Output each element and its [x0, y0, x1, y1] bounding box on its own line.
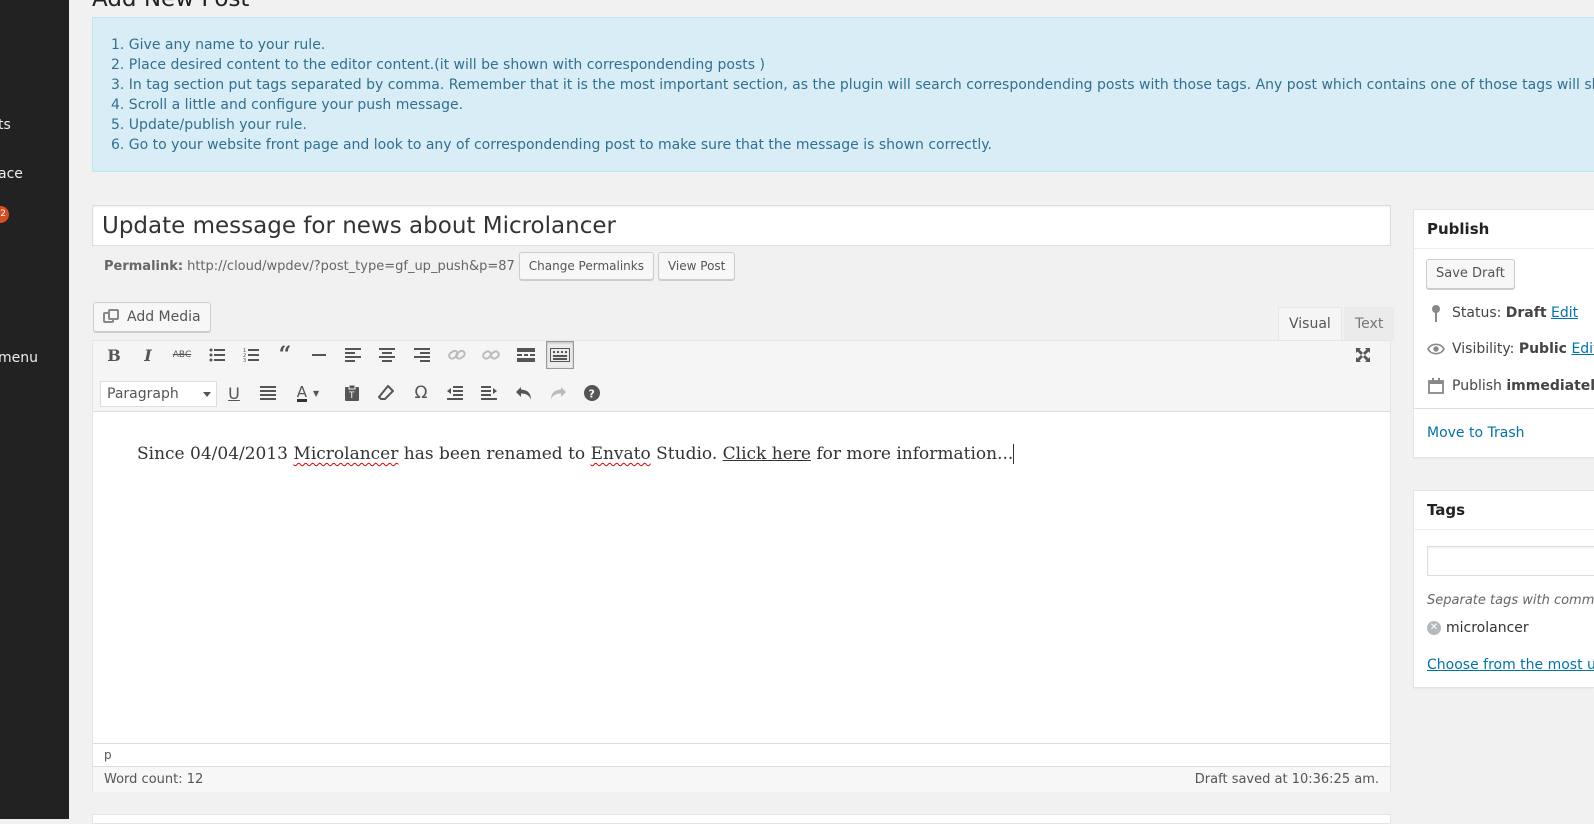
tags-box: Tags Separate tags with commas ✕ microla… — [1413, 490, 1594, 688]
status-value: Draft — [1505, 305, 1547, 321]
pin-icon — [1427, 304, 1445, 322]
publish-value: immediately — [1506, 378, 1594, 394]
content-text: Since 04/04/2013 — [137, 444, 294, 464]
link-icon[interactable] — [443, 341, 471, 369]
publish-box: Publish Save Draft Status: Draft Edit Vi… — [1413, 209, 1594, 458]
status-row: Status: Draft Edit — [1427, 304, 1578, 322]
blockquote-icon[interactable]: “ — [271, 341, 299, 369]
text-color-icon[interactable]: A ▼ — [288, 379, 328, 407]
tab-text[interactable]: Text — [1344, 307, 1395, 341]
numbered-list-icon[interactable]: 123 — [237, 341, 265, 369]
edit-visibility-link[interactable]: Edit — [1571, 341, 1594, 357]
special-character-icon[interactable]: Ω — [407, 379, 435, 407]
content-link[interactable]: Click here — [723, 444, 811, 464]
sidebar-item-appearance[interactable]: ace — [0, 166, 23, 182]
outdent-icon[interactable] — [441, 379, 469, 407]
indent-icon[interactable] — [475, 379, 503, 407]
post-title-input[interactable] — [93, 206, 1390, 245]
visibility-row: Visibility: Public Edit — [1427, 341, 1594, 357]
post-title-field-wrapper — [92, 205, 1391, 246]
media-icon — [103, 309, 121, 325]
publish-label: Publish — [1452, 378, 1502, 394]
calendar-icon — [1427, 378, 1445, 394]
update-count-badge: 2 — [0, 206, 9, 223]
instruction-item: 4. Scroll a little and configure your pu… — [111, 97, 464, 113]
content-text: has been renamed to — [398, 444, 591, 464]
svg-text:T: T — [348, 391, 355, 401]
read-more-icon[interactable] — [512, 341, 540, 369]
instruction-item: 1. Give any name to your rule. — [111, 37, 326, 53]
visibility-label: Visibility: — [1452, 341, 1515, 357]
instruction-item: 2. Place desired content to the editor c… — [111, 57, 765, 73]
view-post-button[interactable]: View Post — [657, 252, 736, 280]
tag-input[interactable] — [1427, 546, 1594, 576]
undo-icon[interactable] — [510, 379, 538, 407]
content-text: for more information... — [810, 444, 1015, 464]
bullet-list-icon[interactable] — [203, 341, 231, 369]
visibility-value: Public — [1518, 341, 1567, 357]
permalink-label: Permalink: — [104, 258, 184, 274]
remove-tag-icon[interactable]: ✕ — [1427, 621, 1441, 635]
bold-icon[interactable]: B — [100, 341, 128, 369]
format-select[interactable]: Paragraph — [100, 381, 217, 407]
sidebar-item-posts[interactable]: ts — [0, 117, 11, 133]
tags-heading[interactable]: Tags — [1414, 491, 1594, 530]
next-metabox — [92, 814, 1391, 824]
move-to-trash-link[interactable]: Move to Trash — [1427, 425, 1525, 441]
post-editor: B I ABC 123 “ Paragraph U A▼ T Ω ? Sinc — [92, 340, 1391, 792]
publish-time-row: Publish immediately — [1427, 378, 1594, 394]
change-permalinks-button[interactable]: Change Permalinks — [518, 252, 654, 280]
sidebar-item-collapse-menu[interactable]: menu — [0, 350, 38, 366]
tag-label: microlancer — [1446, 620, 1529, 636]
content-text: Studio. — [650, 444, 723, 464]
editor-toolbar: B I ABC 123 “ Paragraph U A ▼ T Ω ? — [93, 341, 1390, 412]
tab-visual[interactable]: Visual — [1278, 307, 1342, 341]
italic-icon[interactable]: I — [134, 341, 162, 369]
unlink-icon[interactable] — [477, 341, 505, 369]
clear-formatting-icon[interactable] — [372, 379, 400, 407]
fullscreen-icon[interactable] — [1349, 341, 1377, 369]
instructions-notice: 1. Give any name to your rule. 2. Place … — [92, 17, 1594, 172]
tag-item: ✕ microlancer — [1427, 620, 1529, 636]
save-draft-button[interactable]: Save Draft — [1426, 259, 1515, 289]
strikethrough-icon[interactable]: ABC — [168, 341, 196, 369]
word-count: Word count: 12 — [104, 772, 204, 787]
misspelled-word: Microlancer — [293, 444, 399, 464]
editor-content-area[interactable]: Since 04/04/2013 Microlancer has been re… — [93, 412, 1390, 742]
element-path[interactable]: p — [93, 743, 1390, 766]
publish-heading[interactable]: Publish — [1414, 210, 1594, 249]
eye-icon — [1427, 343, 1445, 355]
help-icon[interactable]: ? — [578, 379, 606, 407]
page-title: Add New Post — [92, 0, 249, 12]
toolbar-toggle-icon[interactable] — [546, 341, 574, 369]
svg-text:3: 3 — [243, 358, 246, 362]
tags-hint: Separate tags with commas — [1427, 593, 1594, 608]
horizontal-rule-icon[interactable] — [305, 341, 333, 369]
add-media-label: Add Media — [127, 309, 201, 325]
chevron-down-icon — [203, 392, 211, 397]
instruction-item: 5. Update/publish your rule. — [111, 117, 307, 133]
format-select-value: Paragraph — [107, 386, 179, 402]
align-left-icon[interactable] — [339, 341, 367, 369]
svg-text:?: ? — [589, 388, 595, 401]
permalink-row: Permalink: http://cloud/wpdev/?post_type… — [104, 252, 736, 280]
draft-saved-status: Draft saved at 10:36:25 am. — [1194, 772, 1379, 787]
edit-status-link[interactable]: Edit — [1551, 305, 1578, 321]
align-center-icon[interactable] — [373, 341, 401, 369]
add-media-button[interactable]: Add Media — [93, 302, 211, 332]
paste-text-icon[interactable]: T — [338, 379, 366, 407]
underline-icon[interactable]: U — [220, 379, 248, 407]
align-right-icon[interactable] — [408, 341, 436, 369]
instruction-item: 6. Go to your website front page and loo… — [111, 137, 993, 153]
redo-icon[interactable] — [544, 379, 572, 407]
permalink-url[interactable]: http://cloud/wpdev/?post_type=gf_up_push… — [187, 259, 515, 274]
instruction-item: 3. In tag section put tags separated by … — [111, 77, 1594, 93]
status-label: Status: — [1452, 305, 1502, 321]
choose-most-used-tags-link[interactable]: Choose from the most used tags — [1427, 657, 1594, 673]
justify-icon[interactable] — [254, 379, 282, 407]
editor-statusbar: Word count: 12 Draft saved at 10:36:25 a… — [93, 766, 1390, 792]
admin-sidebar: ts ace 2 menu — [0, 0, 69, 819]
misspelled-word: Envato — [590, 444, 651, 464]
